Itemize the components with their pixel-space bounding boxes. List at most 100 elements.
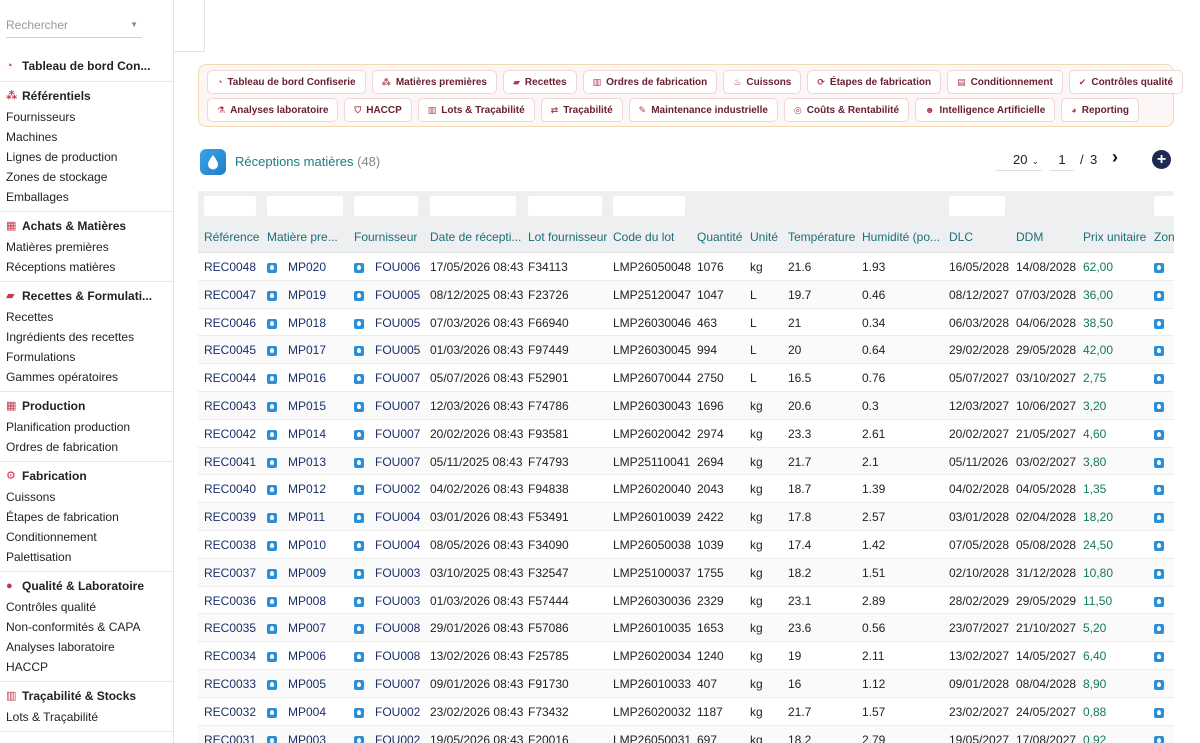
table-cell[interactable]: MP014 [288,427,326,441]
table-cell[interactable]: REC0040 [204,482,256,496]
table-cell[interactable]: MP007 [288,621,326,635]
table-row[interactable]: REC0046 MP018 FOU005 07/03/2026 08:43 F66940… [198,309,1174,337]
table-cell[interactable]: REC0045 [204,343,256,357]
module-pill[interactable]: ✎ Maintenance industrielle [628,98,778,122]
water-drop-icon[interactable] [1154,540,1164,551]
table-cell[interactable]: FOU007 [375,371,420,385]
table-cell[interactable]: REC0033 [204,677,256,691]
table-cell[interactable]: FOU003 [375,566,420,580]
table-cell[interactable]: REC0032 [204,705,256,719]
table-row[interactable]: REC0045 MP017 FOU005 01/03/2026 08:43 F97449… [198,336,1174,365]
table-row[interactable]: REC0047 MP019 FOU005 08/12/2025 08:43 F23726… [198,280,1174,309]
table-row[interactable]: REC0048 MP020 FOU006 17/05/2026 08:43 F34113… [198,253,1174,281]
table-row[interactable]: REC0031 MP003 FOU002 19/05/2026 08:43 F20016… [198,725,1174,743]
table-row[interactable]: REC0038 MP010 FOU004 08/05/2026 08:43 F34090… [198,531,1174,559]
module-pill[interactable]: ▰ Recettes [503,70,577,94]
module-pill[interactable]: ⚗ Analyses laboratoire [207,98,339,122]
nav-section-header[interactable]: ● Qualité & Laboratoire [0,575,173,597]
column-header[interactable]: Matière pre... [267,230,338,244]
sidebar-item[interactable]: Machines [0,127,173,147]
sidebar-item[interactable]: Conditionnement [0,527,173,547]
module-pill[interactable]: ♨ Cuissons [723,70,802,94]
sidebar-item[interactable]: Zones de stockage [0,167,173,187]
next-page-icon[interactable]: › [1112,147,1118,168]
sidebar-item[interactable]: HACCP [0,657,173,677]
column-header[interactable]: Fournisseur [354,230,417,244]
column-header[interactable]: Date de récepti... [430,230,521,244]
sidebar-item[interactable]: Matières premières [0,237,173,257]
table-cell[interactable]: FOU008 [375,621,420,635]
water-drop-icon[interactable] [1154,652,1164,663]
water-drop-icon[interactable] [1154,513,1164,524]
table-cell[interactable]: FOU008 [375,649,420,663]
sidebar-item[interactable]: Cuissons [0,487,173,507]
column-filter-input[interactable] [613,196,685,216]
table-cell[interactable]: REC0048 [204,260,256,274]
sidebar-item[interactable]: Réceptions matières [0,257,173,277]
column-header[interactable]: Code du lot [613,230,674,244]
column-header[interactable]: Humidité (po... [862,230,940,244]
table-cell[interactable]: FOU007 [375,399,420,413]
table-cell[interactable]: REC0037 [204,566,256,580]
table-cell[interactable]: REC0031 [204,733,256,743]
table-row[interactable]: REC0033 MP005 FOU007 09/01/2026 08:43 F91730… [198,669,1174,698]
table-cell[interactable]: FOU004 [375,510,420,524]
table-cell[interactable]: REC0039 [204,510,256,524]
table-cell[interactable]: MP019 [288,288,326,302]
module-pill[interactable]: ▥ Lots & Traçabilité [417,98,535,122]
table-cell[interactable]: REC0038 [204,538,256,552]
water-drop-icon[interactable] [1154,263,1164,273]
table-row[interactable]: REC0035 MP007 FOU008 29/01/2026 08:43 F57086… [198,614,1174,643]
column-filter-input[interactable] [204,196,256,216]
table-cell[interactable]: REC0043 [204,399,256,413]
sidebar-item[interactable]: Ingrédients des recettes [0,327,173,347]
table-cell[interactable]: MP008 [288,594,326,608]
table-cell[interactable]: MP006 [288,649,326,663]
module-pill[interactable]: ✔ Contrôles qualité [1068,70,1184,94]
table-row[interactable]: REC0039 MP011 FOU004 03/01/2026 08:43 F53491… [198,503,1174,531]
water-drop-icon[interactable] [1154,429,1164,440]
page-size-select[interactable]: 20 ⌄ [996,149,1042,171]
table-cell[interactable]: MP012 [288,482,326,496]
column-filter-input[interactable] [528,196,602,216]
column-header[interactable]: DDM [1016,230,1043,244]
table-cell[interactable]: REC0034 [204,649,256,663]
add-record-button[interactable]: + [1152,150,1171,169]
table-cell[interactable]: REC0036 [204,594,256,608]
table-row[interactable]: REC0041 MP013 FOU007 05/11/2025 08:43 F74793… [198,447,1174,476]
table-cell[interactable]: FOU007 [375,455,420,469]
nav-section-header[interactable]: ▦ Achats & Matières [0,215,173,237]
table-cell[interactable]: FOU003 [375,594,420,608]
water-drop-icon[interactable] [1154,290,1164,301]
water-drop-icon[interactable] [1154,346,1164,357]
table-cell[interactable]: REC0046 [204,316,256,330]
sidebar-item[interactable]: Ordres de fabrication [0,437,173,457]
table-row[interactable]: REC0034 MP006 FOU008 13/02/2026 08:43 F25785… [198,642,1174,670]
column-filter-input[interactable] [430,196,516,216]
sidebar-item[interactable]: Planification production [0,417,173,437]
nav-section-header[interactable]: ▥ Traçabilité & Stocks [0,685,173,707]
table-cell[interactable]: REC0041 [204,455,256,469]
module-pill[interactable]: ▥ Ordres de fabrication [582,70,718,94]
table-row[interactable]: REC0032 MP004 FOU002 23/02/2026 08:43 F73432… [198,698,1174,726]
sidebar-search[interactable]: ▼ [6,14,142,38]
water-drop-icon[interactable] [1154,624,1164,635]
nav-section-header[interactable]: ▰ Recettes & Formulati... [0,285,173,307]
table-cell[interactable]: REC0042 [204,427,256,441]
nav-section-header[interactable]: ◔ Tableau de bord Con... [0,55,173,77]
module-pill[interactable]: ⇄ Traçabilité [540,98,623,122]
table-cell[interactable]: FOU007 [375,677,420,691]
table-row[interactable]: REC0042 MP014 FOU007 20/02/2026 08:43 F93581… [198,420,1174,448]
table-row[interactable]: REC0044 MP016 FOU007 05/07/2026 08:43 F52901… [198,364,1174,392]
nav-section-header[interactable]: ⚙ Fabrication [0,465,173,487]
table-cell[interactable]: MP003 [288,733,326,743]
sidebar-item[interactable]: Contrôles qualité [0,597,173,617]
table-cell[interactable]: MP004 [288,705,326,719]
water-drop-icon[interactable] [1154,707,1164,718]
table-cell[interactable]: MP018 [288,316,326,330]
column-filter-input[interactable] [267,196,343,216]
table-row[interactable]: REC0036 MP008 FOU003 01/03/2026 08:43 F57444… [198,587,1174,615]
sidebar-item[interactable]: Emballages [0,187,173,207]
water-drop-icon[interactable] [1154,596,1164,607]
module-pill[interactable]: ◎ Coûts & Rentabilité [783,98,910,122]
